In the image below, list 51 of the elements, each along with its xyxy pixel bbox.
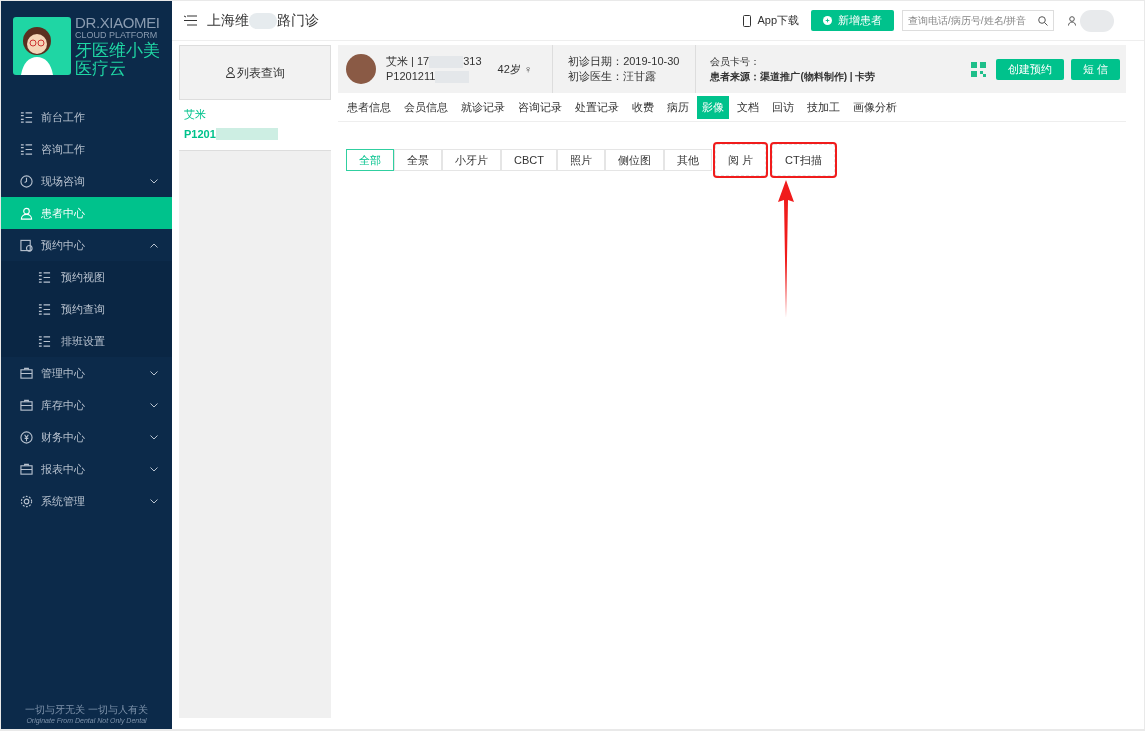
sidebar-item[interactable]: 系统管理 <box>1 485 172 517</box>
tab[interactable]: 处置记录 <box>570 96 624 119</box>
sidebar-item[interactable]: 财务中心 <box>1 421 172 453</box>
filter-tab[interactable]: CBCT <box>501 149 557 171</box>
first-visit-doctor: 初诊医生：汪甘露 <box>568 69 658 84</box>
patient-name-phone: 艾米 | 17 <box>386 54 430 69</box>
tab[interactable]: 病历 <box>662 96 694 119</box>
tab[interactable]: 会员信息 <box>399 96 453 119</box>
patient-id: P1201211 <box>386 69 436 84</box>
sidebar-item[interactable]: 库存中心 <box>1 389 172 421</box>
tab[interactable]: 患者信息 <box>342 96 396 119</box>
tab[interactable]: 技加工 <box>802 96 845 119</box>
sidebar-item[interactable]: 预约中心 <box>1 229 172 261</box>
logo-title: DR.XIAOMEI <box>75 15 160 30</box>
age-sex: 42岁 ♀ <box>497 61 533 77</box>
sidebar-item[interactable]: 管理中心 <box>1 357 172 389</box>
filter-tab[interactable]: 侧位图 <box>604 149 664 171</box>
tab[interactable]: 就诊记录 <box>456 96 510 119</box>
sidebar-item[interactable]: 报表中心 <box>1 453 172 485</box>
tab[interactable]: 回访 <box>767 96 799 119</box>
search-field[interactable]: 查询电话/病历号/姓名/拼音 <box>902 10 1054 31</box>
filter-tab[interactable]: CT扫描 <box>772 144 835 176</box>
logo-name: 牙医维小美 <box>75 42 160 59</box>
slogan: 一切与牙无关 一切与人有关 <box>25 704 148 716</box>
patient-name: 艾米 <box>184 107 207 122</box>
filter-tab[interactable]: 小牙片 <box>442 149 501 171</box>
list-query-button[interactable]: 列表查询 <box>179 45 331 100</box>
sidebar-item[interactable]: 现场咨询 <box>1 165 172 197</box>
tab[interactable]: 收费 <box>627 96 659 119</box>
filter-tab[interactable]: 全景 <box>394 149 442 171</box>
clinic-name: 上海维 <box>207 11 249 30</box>
clinic-name: 路门诊 <box>277 11 319 30</box>
filter-tab[interactable]: 其他 <box>663 149 712 171</box>
filter-tab[interactable]: 阅 片 <box>714 144 766 176</box>
filter-tab[interactable]: 照片 <box>556 149 605 171</box>
tab[interactable]: 画像分析 <box>848 96 902 119</box>
sidebar-item[interactable]: 前台工作 <box>1 101 172 133</box>
logo-name: 医疗云 <box>75 60 127 77</box>
sidebar-subitem[interactable]: 预约视图 <box>1 261 172 293</box>
sidebar-subitem[interactable]: 预约查询 <box>1 293 172 325</box>
first-visit-date: 初诊日期：2019-10-30 <box>568 54 680 69</box>
sidebar-subitem[interactable]: 排班设置 <box>1 325 172 357</box>
tab[interactable]: 咨询记录 <box>513 96 567 119</box>
member-card-label: 会员卡号： <box>710 55 762 69</box>
logo-subtitle: CLOUD PLATFORM <box>75 31 159 40</box>
tab[interactable]: 文档 <box>732 96 764 119</box>
app-download-link[interactable]: App下载 <box>757 12 799 29</box>
patient-source: 患者来源：渠道推广(物料制作) | 卡劳 <box>710 70 876 84</box>
phone-suffix: 313 <box>463 54 482 69</box>
sidebar-item[interactable]: 咨询工作 <box>1 133 172 165</box>
patient-id: P1201 <box>184 126 216 142</box>
